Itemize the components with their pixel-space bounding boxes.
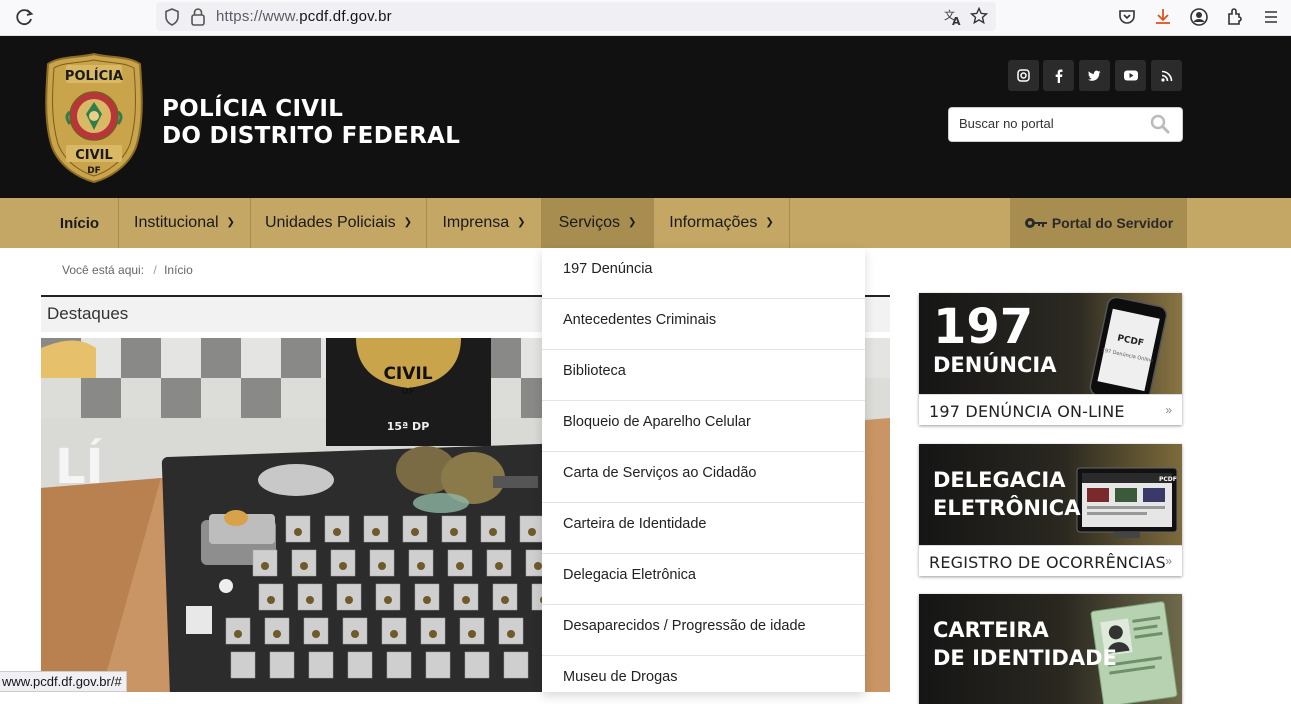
chevron-down-icon: ❯ [765, 216, 774, 228]
browser-toolbar: https://www.pcdf.df.gov.br 文A [0, 0, 1291, 36]
facebook-icon[interactable] [1043, 60, 1074, 91]
svg-text:DF: DF [401, 387, 415, 397]
banner-carteira-identidade[interactable]: CARTEIRA DE IDENTIDADE [919, 594, 1182, 704]
rss-icon[interactable] [1151, 60, 1182, 91]
portal-servidor-label[interactable]: Portal do Servidor [1052, 215, 1173, 231]
translate-icon[interactable]: 文A [944, 8, 962, 26]
banner-delegacia-eletronica[interactable]: PCDF DELEGACIA ELETRÔNICA REGISTRO DE OC… [919, 444, 1182, 576]
pocket-icon[interactable] [1116, 6, 1138, 28]
main-nav: Início Institucional ❯ Unidades Policiais… [0, 198, 1291, 248]
bookmark-star-icon[interactable] [970, 7, 988, 25]
nav-servicos[interactable]: Serviços ❯ [542, 198, 654, 248]
download-icon[interactable] [1152, 6, 1174, 28]
search-input[interactable] [959, 116, 1149, 131]
site-header: POLÍCIA CIVIL DF POLÍCIA CIVIL DO DISTRI… [0, 36, 1291, 198]
breadcrumb: Você está aqui: / Início [62, 263, 193, 277]
banner-197-link[interactable]: 197 DENÚNCIA ON-LINE» [919, 394, 1182, 425]
search-icon[interactable] [1150, 114, 1170, 134]
nav-informacoes[interactable]: Informações ❯ [654, 198, 790, 248]
menu-item-museu-drogas[interactable]: Museu de Drogas [542, 656, 865, 692]
nav-inicio[interactable]: Início [41, 198, 119, 248]
breadcrumb-current[interactable]: Início [164, 263, 193, 277]
reload-icon[interactable] [14, 6, 36, 28]
url-text[interactable]: https://www.pcdf.df.gov.br [216, 8, 392, 25]
banner-197-number: 197 [933, 299, 1034, 355]
twitter-icon[interactable] [1079, 60, 1110, 91]
chevron-down-icon: ❯ [226, 216, 235, 228]
double-chevron-right-icon: » [1165, 554, 1172, 568]
lock-icon[interactable] [190, 7, 206, 26]
nav-institucional[interactable]: Institucional ❯ [119, 198, 251, 248]
chevron-down-icon: ❯ [627, 216, 637, 228]
svg-text:CIVIL: CIVIL [75, 148, 113, 163]
menu-item-bloqueio-celular[interactable]: Bloqueio de Aparelho Celular [542, 401, 865, 452]
banner-carteira-line-2: DE IDENTIDADE [933, 646, 1117, 670]
banner-197-denuncia-text: DENÚNCIA [933, 353, 1057, 377]
svg-text:15ª DP: 15ª DP [387, 420, 430, 433]
menu-item-197-denuncia[interactable]: 197 Denúncia [542, 248, 865, 299]
address-bar[interactable]: https://www.pcdf.df.gov.br 文A [156, 2, 996, 31]
banner-197-denuncia[interactable]: PCDF 197 Denúncia Online 197 DENÚNCIA 19… [919, 293, 1182, 425]
nav-imprensa[interactable]: Imprensa ❯ [427, 198, 542, 248]
menu-item-carteira-identidade[interactable]: Carteira de Identidade [542, 503, 865, 554]
search-box [948, 107, 1183, 142]
svg-text:PCDF: PCDF [1159, 476, 1177, 483]
title-line-1[interactable]: POLÍCIA CIVIL [162, 96, 460, 123]
menu-item-delegacia-eletronica[interactable]: Delegacia Eletrônica [542, 554, 865, 605]
breadcrumb-prefix: Você está aqui: [62, 263, 145, 277]
youtube-icon[interactable] [1115, 60, 1146, 91]
servicos-dropdown: 197 Denúncia Antecedentes Criminais Bibl… [542, 248, 865, 692]
menu-item-antecedentes-criminais[interactable]: Antecedentes Criminais [542, 299, 865, 350]
double-chevron-right-icon: » [1165, 403, 1172, 417]
account-icon[interactable] [1188, 6, 1210, 28]
nav-unidades-policiais[interactable]: Unidades Policiais ❯ [251, 198, 427, 248]
key-icon [1024, 218, 1047, 228]
instagram-icon[interactable] [1008, 60, 1039, 91]
extensions-icon[interactable] [1224, 6, 1246, 28]
destaques-title: Destaques [47, 304, 129, 323]
menu-icon[interactable] [1260, 6, 1282, 28]
banner-delegacia-line-2: ELETRÔNICA [933, 496, 1081, 520]
tracking-shield-icon[interactable] [164, 8, 180, 26]
menu-item-desaparecidos[interactable]: Desaparecidos / Progressão de idade [542, 605, 865, 656]
chevron-down-icon: ❯ [517, 216, 526, 228]
banner-carteira-line-1: CARTEIRA [933, 618, 1049, 642]
breadcrumb-separator: / [153, 263, 157, 277]
svg-text:A: A [952, 15, 961, 26]
svg-text:POLÍCIA: POLÍCIA [65, 68, 123, 84]
pcdf-badge-logo[interactable]: POLÍCIA CIVIL DF [44, 52, 144, 183]
portal-servidor-button[interactable]: Portal do Servidor [1010, 198, 1187, 248]
menu-item-biblioteca[interactable]: Biblioteca [542, 350, 865, 401]
chevron-down-icon: ❯ [403, 216, 413, 228]
svg-text:DF: DF [87, 166, 101, 176]
menu-item-carta-servicos[interactable]: Carta de Serviços ao Cidadão [542, 452, 865, 503]
status-bar-url: www.pcdf.df.gov.br/# [0, 671, 127, 692]
svg-text:CIVIL: CIVIL [383, 364, 432, 384]
title-line-2[interactable]: DO DISTRITO FEDERAL [162, 123, 460, 150]
site-title[interactable]: POLÍCIA CIVIL DO DISTRITO FEDERAL [162, 96, 460, 150]
banner-delegacia-line-1: DELEGACIA [933, 468, 1066, 492]
banner-delegacia-link[interactable]: REGISTRO DE OCORRÊNCIAS» [919, 545, 1182, 576]
